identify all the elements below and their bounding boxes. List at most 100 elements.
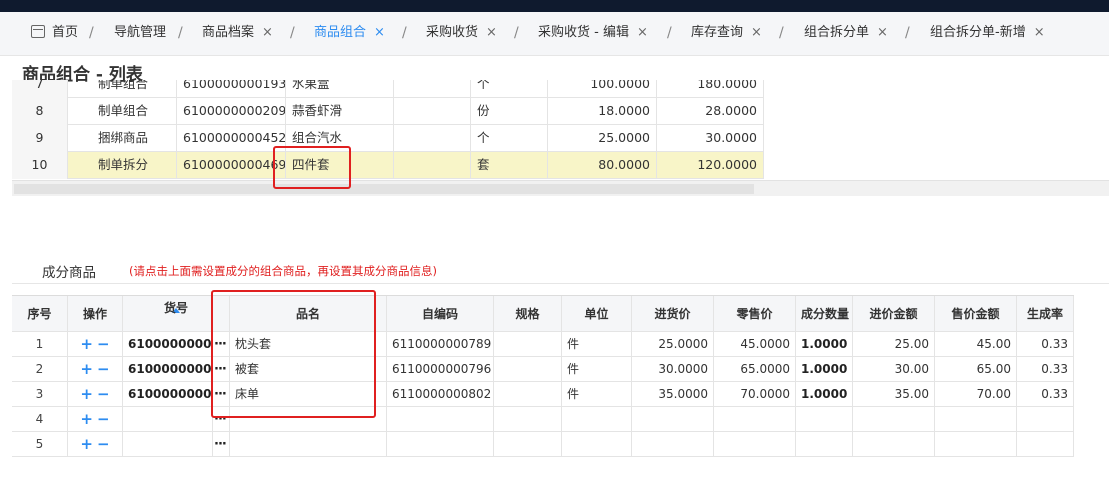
row-actions: + − bbox=[68, 432, 123, 456]
row-price2: 180.0000 bbox=[657, 80, 764, 98]
row-spec bbox=[494, 407, 562, 431]
scrollbar-thumb[interactable] bbox=[14, 184, 754, 194]
tab-purchase-receipt[interactable]: 采购收货 × bbox=[426, 12, 497, 56]
row-qty[interactable] bbox=[796, 407, 853, 431]
tab-home[interactable]: 首页 bbox=[31, 12, 78, 56]
table-row[interactable]: 8 制单组合 6100000000209 蒜香虾滑 份 18.0000 28.0… bbox=[12, 98, 764, 125]
home-icon bbox=[31, 25, 45, 38]
close-icon[interactable]: × bbox=[637, 25, 648, 40]
add-row-icon[interactable]: + bbox=[80, 410, 93, 428]
table-row[interactable]: 4 + − ··· bbox=[12, 407, 1074, 432]
tab-label: 商品档案 bbox=[202, 25, 255, 40]
header-action: 操作 bbox=[68, 296, 123, 331]
row-actions: + − bbox=[68, 332, 123, 356]
table-row[interactable]: 7 制单组合 6100000000193 水果盒 个 100.0000 180.… bbox=[12, 80, 764, 98]
row-unit: 份 bbox=[471, 98, 548, 125]
row-spec bbox=[494, 357, 562, 381]
row-price2: 120.0000 bbox=[657, 152, 764, 179]
add-row-icon[interactable]: + bbox=[80, 435, 93, 453]
tab-separator: / bbox=[290, 25, 295, 41]
row-code[interactable] bbox=[123, 407, 213, 431]
row-name: 蒜香虾滑 bbox=[286, 98, 394, 125]
row-rate bbox=[1017, 432, 1074, 456]
row-code[interactable] bbox=[123, 432, 213, 456]
row-actions: + − bbox=[68, 357, 123, 381]
table-row[interactable]: 5 + − ··· bbox=[12, 432, 1074, 457]
tab-combo-split-order-new[interactable]: 组合拆分单-新增 × bbox=[930, 12, 1045, 56]
remove-row-icon[interactable]: − bbox=[97, 335, 110, 353]
row-code[interactable]: 6100000000047 bbox=[123, 332, 213, 356]
tab-separator: / bbox=[178, 25, 183, 41]
row-code[interactable]: 6100000000049 bbox=[123, 382, 213, 406]
close-icon[interactable]: × bbox=[374, 25, 385, 40]
top-dark-bar bbox=[0, 0, 1109, 12]
table-row[interactable]: 1 +− 6100000000047 ··· 枕头套 6110000000789… bbox=[12, 332, 1074, 357]
annotation-box bbox=[211, 290, 376, 418]
close-icon[interactable]: × bbox=[877, 25, 888, 40]
row-code: 6100000000193 bbox=[177, 80, 286, 98]
add-row-icon[interactable]: + bbox=[80, 335, 93, 353]
row-cost-amount: 35.00 bbox=[853, 382, 935, 406]
tab-combo-split-order[interactable]: 组合拆分单 × bbox=[804, 12, 888, 56]
header-rate: 生成率 bbox=[1017, 296, 1074, 331]
header-selfcode: 自编码 bbox=[387, 296, 494, 331]
row-price2: 28.0000 bbox=[657, 98, 764, 125]
tab-nav-management[interactable]: 导航管理 bbox=[114, 12, 166, 56]
table-row[interactable]: 3 +− 6100000000049 ··· 床单 6110000000802 … bbox=[12, 382, 1074, 407]
row-qty[interactable]: 1.0000 bbox=[796, 382, 853, 406]
row-seq: 5 bbox=[12, 432, 68, 456]
row-qty[interactable] bbox=[796, 432, 853, 456]
tab-label: 库存查询 bbox=[691, 25, 744, 40]
table-row[interactable]: 9 捆绑商品 6100000000452 组合汽水 个 25.0000 30.0… bbox=[12, 125, 764, 152]
tab-separator: / bbox=[402, 25, 407, 41]
row-cost bbox=[632, 432, 714, 456]
tab-home-label: 首页 bbox=[52, 25, 79, 40]
row-qty[interactable]: 1.0000 bbox=[796, 357, 853, 381]
close-icon[interactable]: × bbox=[262, 25, 273, 40]
row-cost-amount bbox=[853, 407, 935, 431]
row-qty[interactable]: 1.0000 bbox=[796, 332, 853, 356]
row-seq: 2 bbox=[12, 357, 68, 381]
row-unit: 件 bbox=[562, 332, 632, 356]
tab-product-combo[interactable]: 商品组合 × bbox=[314, 12, 385, 56]
tab-separator: / bbox=[89, 25, 94, 41]
row-sale-amount bbox=[935, 407, 1017, 431]
row-price2: 30.0000 bbox=[657, 125, 764, 152]
row-spec bbox=[394, 152, 471, 179]
remove-row-icon[interactable]: − bbox=[97, 360, 110, 378]
table-row-selected[interactable]: 10 制单拆分 6100000000469 四件套 套 80.0000 120.… bbox=[12, 152, 764, 179]
table-row[interactable]: 2 +− 6100000000048 ··· 被套 6110000000796 … bbox=[12, 357, 1074, 382]
tab-purchase-receipt-edit[interactable]: 采购收货 - 编辑 × bbox=[538, 12, 648, 56]
tab-separator: / bbox=[905, 25, 910, 41]
row-seq: 9 bbox=[12, 125, 68, 152]
divider bbox=[12, 283, 1109, 284]
row-price1: 80.0000 bbox=[548, 152, 657, 179]
remove-row-icon[interactable]: − bbox=[97, 410, 110, 428]
add-row-icon[interactable]: + bbox=[80, 385, 93, 403]
remove-row-icon[interactable]: − bbox=[97, 435, 110, 453]
row-selfcode: 6110000000802 bbox=[387, 382, 494, 406]
section-title: 成分商品 bbox=[42, 265, 96, 281]
tab-separator: / bbox=[514, 25, 519, 41]
combo-product-grid: 7 制单组合 6100000000193 水果盒 个 100.0000 180.… bbox=[12, 80, 1109, 197]
header-sale-amount: 售价金额 bbox=[935, 296, 1017, 331]
more-icon[interactable]: ··· bbox=[213, 432, 230, 456]
tab-product-archive[interactable]: 商品档案 × bbox=[202, 12, 273, 56]
close-icon[interactable]: × bbox=[751, 25, 762, 40]
row-unit: 个 bbox=[471, 125, 548, 152]
horizontal-scrollbar[interactable] bbox=[12, 180, 1109, 196]
row-code: 6100000000469 bbox=[177, 152, 286, 179]
row-cost: 25.0000 bbox=[632, 332, 714, 356]
remove-row-icon[interactable]: − bbox=[97, 385, 110, 403]
add-row-icon[interactable]: + bbox=[80, 360, 93, 378]
tab-inventory-query[interactable]: 库存查询 × bbox=[691, 12, 762, 56]
row-rate: 0.33 bbox=[1017, 382, 1074, 406]
row-seq: 10 bbox=[12, 152, 68, 179]
row-code[interactable]: 6100000000048 bbox=[123, 357, 213, 381]
header-qty: 成分数量 bbox=[796, 296, 853, 331]
header-unit: 单位 bbox=[562, 296, 632, 331]
row-rate bbox=[1017, 407, 1074, 431]
row-sale-amount: 65.00 bbox=[935, 357, 1017, 381]
close-icon[interactable]: × bbox=[486, 25, 497, 40]
close-icon[interactable]: × bbox=[1034, 25, 1045, 40]
